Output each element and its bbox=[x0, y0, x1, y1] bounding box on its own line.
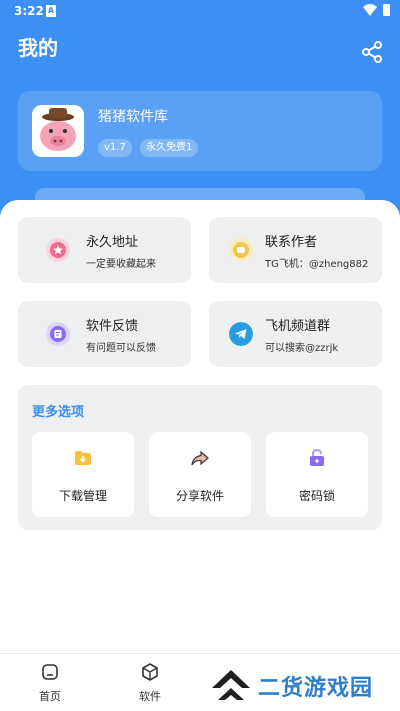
site-watermark: 二货游戏园 bbox=[208, 664, 398, 710]
tile-permanent-address[interactable]: 永久地址 一定要收藏起来 bbox=[18, 217, 191, 283]
tile-title: 飞机频道群 bbox=[265, 319, 331, 334]
chevron-logo-icon bbox=[212, 670, 250, 700]
profile-card[interactable]: 猪猪软件库 v1.7 永久免费1 bbox=[18, 91, 382, 171]
pig-logo bbox=[32, 105, 84, 157]
tile-feedback[interactable]: 软件反馈 有问题可以反馈 bbox=[18, 301, 191, 367]
version-badge: v1.7 bbox=[98, 139, 132, 157]
share-icon[interactable] bbox=[360, 40, 384, 64]
option-share-app[interactable]: 分享软件 bbox=[149, 432, 251, 517]
more-options-panel: 更多选项 下载管理 分享软件 密码锁 bbox=[18, 385, 382, 530]
wifi-icon bbox=[363, 4, 377, 16]
option-password-lock[interactable]: 密码锁 bbox=[266, 432, 368, 517]
nav-label: 软件 bbox=[139, 690, 161, 703]
option-download-manager[interactable]: 下载管理 bbox=[32, 432, 134, 517]
nav-software[interactable]: 软件 bbox=[120, 662, 180, 704]
battery-icon bbox=[383, 4, 390, 16]
tile-subtitle: 一定要收藏起来 bbox=[86, 259, 156, 270]
option-label: 密码锁 bbox=[298, 489, 335, 503]
nav-home[interactable]: 首页 bbox=[20, 662, 80, 704]
lock-icon bbox=[310, 448, 324, 466]
tile-subtitle: 可以搜索@zzrjk bbox=[265, 343, 339, 354]
folder-download-icon bbox=[75, 451, 91, 465]
home-icon bbox=[42, 664, 58, 680]
forward-arrow-icon bbox=[191, 450, 209, 466]
option-label: 下载管理 bbox=[58, 489, 107, 503]
watermark-text: 二货游戏园 bbox=[258, 676, 374, 701]
nav-label: 首页 bbox=[39, 690, 61, 703]
tile-subtitle: 有问题可以反馈 bbox=[86, 343, 156, 354]
tile-title: 软件反馈 bbox=[86, 319, 139, 334]
tile-telegram-channel[interactable]: 飞机频道群 可以搜索@zzrjk bbox=[209, 301, 382, 367]
option-label: 分享软件 bbox=[175, 489, 224, 503]
feedback-icon bbox=[46, 322, 70, 346]
chat-icon bbox=[229, 238, 253, 262]
status-bar: 3:22 A bbox=[0, 0, 400, 24]
telegram-icon bbox=[229, 322, 253, 346]
status-time: 3:22 bbox=[14, 4, 44, 18]
license-badge: 永久免费1 bbox=[140, 139, 199, 157]
box-icon bbox=[142, 663, 158, 681]
page-title: 我的 bbox=[18, 36, 58, 60]
a-icon: A bbox=[46, 5, 56, 17]
app-name: 猪猪软件库 bbox=[98, 109, 168, 125]
star-icon bbox=[46, 238, 70, 262]
tile-title: 联系作者 bbox=[265, 235, 318, 250]
tile-title: 永久地址 bbox=[86, 235, 139, 250]
tile-subtitle: TG飞机：@zheng882 bbox=[265, 259, 369, 270]
tile-contact-author[interactable]: 联系作者 TG飞机：@zheng882 bbox=[209, 217, 382, 283]
more-options-title: 更多选项 bbox=[32, 405, 85, 420]
